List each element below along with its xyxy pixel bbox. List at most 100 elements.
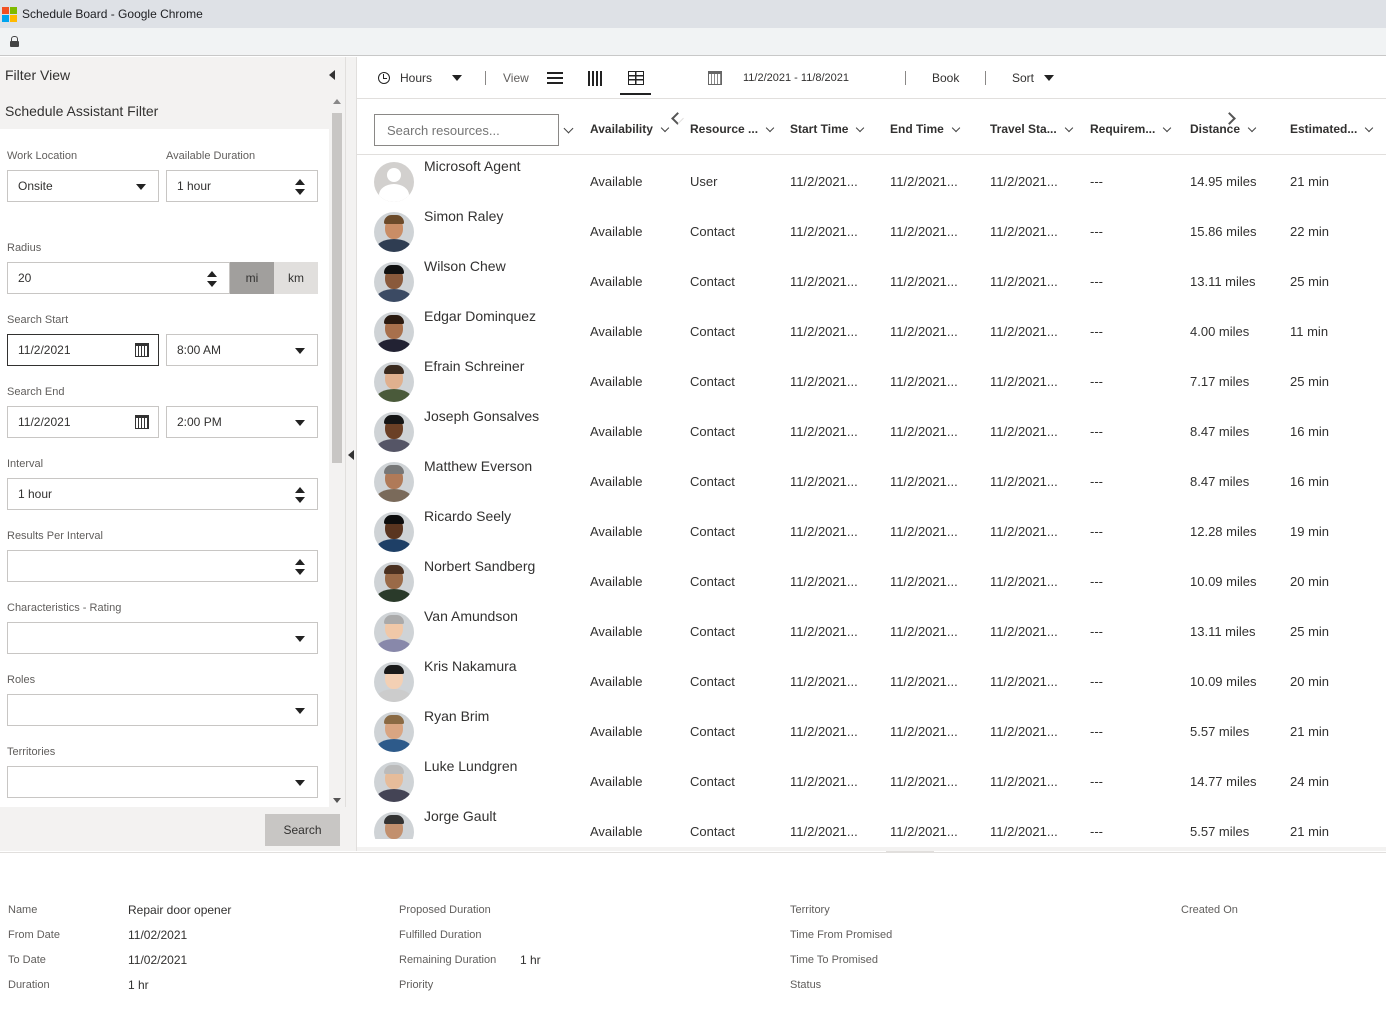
column-header-availability[interactable]: Availability <box>590 119 670 139</box>
created-on-label: Created On <box>1181 904 1238 916</box>
filter-scrollbar[interactable] <box>329 93 345 807</box>
horizontal-scrollbar[interactable] <box>357 847 1386 851</box>
resource-name[interactable]: Simon Raley <box>424 208 503 224</box>
column-header-travel-start[interactable]: Travel Sta... <box>990 119 1073 139</box>
characteristics-select[interactable] <box>7 622 318 654</box>
column-header-end-time[interactable]: End Time <box>890 119 961 139</box>
resource-name[interactable]: Microsoft Agent <box>424 158 521 174</box>
date-range: 11/2/2021 - 11/8/2021 <box>743 72 850 84</box>
resource-name[interactable]: Norbert Sandberg <box>424 558 535 574</box>
resource-name[interactable]: Matthew Everson <box>424 458 532 474</box>
cell-end: 11/2/2021... <box>890 324 958 339</box>
avatar <box>374 762 414 802</box>
table-row[interactable]: Simon Raley Available Contact 11/2/2021... 1… <box>357 205 1386 255</box>
table-row[interactable]: Ricardo Seely Available Contact 11/2/2021..… <box>357 505 1386 555</box>
scroll-up-icon[interactable] <box>333 99 341 104</box>
scroll-down-icon[interactable] <box>333 798 341 803</box>
resource-name[interactable]: Kris Nakamura <box>424 658 517 674</box>
table-row[interactable]: Ryan Brim Available Contact 11/2/2021... 11/… <box>357 705 1386 755</box>
column-header-resource-type[interactable]: Resource ... <box>690 119 775 139</box>
available-duration-stepper[interactable]: 1 hour <box>166 170 318 202</box>
cell-req: --- <box>1090 474 1103 489</box>
column-header-estimated[interactable]: Estimated... <box>1290 119 1374 139</box>
sort-label: Sort <box>1012 71 1035 85</box>
sort-dropdown[interactable]: Sort <box>1012 57 1055 99</box>
priority-label: Priority <box>399 979 434 991</box>
table-row[interactable]: Norbert Sandberg Available Contact 11/2/202… <box>357 555 1386 605</box>
avatar <box>374 512 414 552</box>
interval-label: Interval <box>7 458 44 470</box>
resource-name[interactable]: Van Amundson <box>424 608 518 624</box>
cell-travel: 11/2/2021... <box>990 474 1058 489</box>
search-end-time-select[interactable]: 2:00 PM <box>166 406 318 438</box>
time-to-promised-label: Time To Promised <box>790 954 879 966</box>
territories-select[interactable] <box>7 766 318 798</box>
roles-select[interactable] <box>7 694 318 726</box>
address-bar[interactable] <box>0 28 1386 56</box>
radius-input[interactable]: 20 <box>7 262 230 294</box>
spinner-icon[interactable] <box>207 271 217 287</box>
chevron-down-icon[interactable] <box>563 123 574 134</box>
table-row[interactable]: Van Amundson Available Contact 11/2/2021...… <box>357 605 1386 655</box>
collapse-panel-icon[interactable] <box>329 70 335 80</box>
cell-availability: Available <box>590 724 643 739</box>
table-row[interactable]: Efrain Schreiner Available Contact 11/2/202… <box>357 355 1386 405</box>
column-header-requirement[interactable]: Requirem... <box>1090 119 1172 139</box>
table-row[interactable]: Microsoft Agent Available User 11/2/2021...… <box>357 155 1386 205</box>
avatar <box>374 462 414 502</box>
unit-km-button[interactable]: km <box>274 262 318 294</box>
resource-name[interactable]: Wilson Chew <box>424 258 506 274</box>
spinner-icon[interactable] <box>295 559 305 575</box>
book-button[interactable]: Book <box>932 57 959 99</box>
cell-type: Contact <box>690 674 735 689</box>
resource-name[interactable]: Luke Lundgren <box>424 758 517 774</box>
list-view-button[interactable] <box>547 57 563 99</box>
resource-name[interactable]: Jorge Gault <box>424 808 496 824</box>
chevron-left-icon <box>671 112 684 125</box>
resource-name[interactable]: Ricardo Seely <box>424 508 511 524</box>
hours-dropdown[interactable]: Hours <box>378 57 463 99</box>
table-row[interactable]: Wilson Chew Available Contact 11/2/2021... 1… <box>357 255 1386 305</box>
search-end-date-input[interactable]: 11/2/2021 <box>7 406 159 438</box>
calendar-icon[interactable] <box>135 343 149 357</box>
cell-req: --- <box>1090 574 1103 589</box>
available-duration-value: 1 hour <box>177 179 212 193</box>
interval-stepper[interactable]: 1 hour <box>7 478 318 510</box>
cell-end: 11/2/2021... <box>890 624 958 639</box>
spinner-icon[interactable] <box>295 487 305 503</box>
search-button[interactable]: Search <box>265 814 340 846</box>
cell-type: Contact <box>690 824 735 839</box>
time-from-promised-label: Time From Promised <box>790 929 893 941</box>
resource-name[interactable]: Edgar Dominquez <box>424 308 536 324</box>
unit-mi-button[interactable]: mi <box>230 262 274 294</box>
column-view-button[interactable] <box>588 57 604 99</box>
results-per-interval-stepper[interactable] <box>7 550 318 582</box>
calendar-icon[interactable] <box>135 415 149 429</box>
search-start-date-input[interactable]: 11/2/2021 <box>7 334 159 366</box>
date-picker-button[interactable] <box>708 57 722 99</box>
panel-splitter[interactable] <box>346 57 356 851</box>
cell-distance: 8.47 miles <box>1190 424 1250 439</box>
collapse-left-icon[interactable] <box>348 450 354 460</box>
cell-start: 11/2/2021... <box>790 224 858 239</box>
resource-name[interactable]: Efrain Schreiner <box>424 358 524 374</box>
scrollbar-thumb[interactable] <box>332 113 342 463</box>
column-header-start-time[interactable]: Start Time <box>790 119 865 139</box>
search-start-time-select[interactable]: 8:00 AM <box>166 334 318 366</box>
table-row[interactable]: Matthew Everson Available Contact 11/2/2021… <box>357 455 1386 505</box>
resource-name[interactable]: Ryan Brim <box>424 708 489 724</box>
work-location-select[interactable]: Onsite <box>7 170 159 202</box>
column-header-distance[interactable]: Distance <box>1190 119 1257 139</box>
table-row[interactable]: Luke Lundgren Available Contact 11/2/2021..… <box>357 755 1386 805</box>
from-date-label: From Date <box>8 929 60 941</box>
chevron-down-icon <box>295 420 305 426</box>
search-resources-input[interactable] <box>374 114 559 146</box>
cell-distance: 5.57 miles <box>1190 724 1250 739</box>
table-row[interactable]: Kris Nakamura Available Contact 11/2/2021..… <box>357 655 1386 705</box>
table-row[interactable]: Jorge Gault Available Contact 11/2/2021... 1… <box>357 805 1386 839</box>
spinner-icon[interactable] <box>295 179 305 195</box>
table-row[interactable]: Edgar Dominquez Available Contact 11/2/2021… <box>357 305 1386 355</box>
chevron-down-icon <box>295 636 305 642</box>
table-row[interactable]: Joseph Gonsalves Available Contact 11/2/202… <box>357 405 1386 455</box>
resource-name[interactable]: Joseph Gonsalves <box>424 408 539 424</box>
